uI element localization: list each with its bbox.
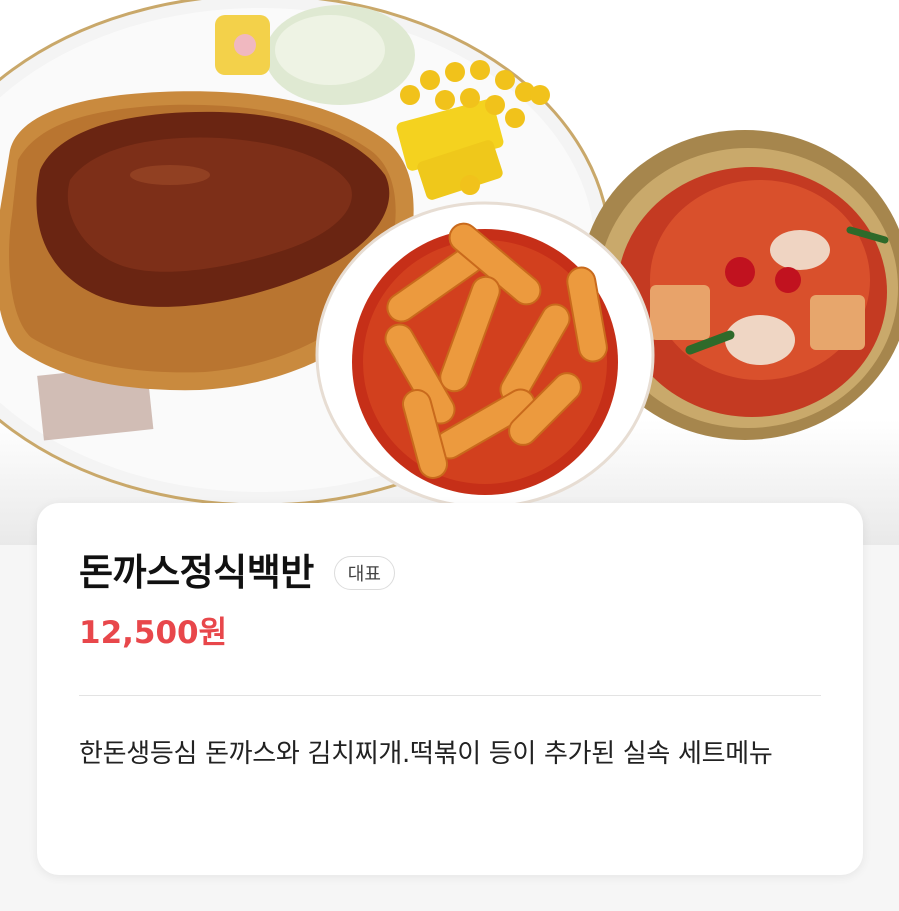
divider [79,695,821,696]
representative-badge: 대표 [333,556,395,590]
menu-title-row: 돈까스정식백반 대표 [79,547,395,599]
menu-info-card: 돈까스정식백반 대표 12,500원 한돈생등심 돈까스와 김치찌개.떡볶이 등… [37,503,863,875]
menu-price: 12,500원 [79,615,228,651]
menu-photo [0,0,899,545]
menu-description: 한돈생등심 돈까스와 김치찌개.떡볶이 등이 추가된 실속 세트메뉴 [79,739,773,769]
menu-title: 돈까스정식백반 [79,551,314,594]
